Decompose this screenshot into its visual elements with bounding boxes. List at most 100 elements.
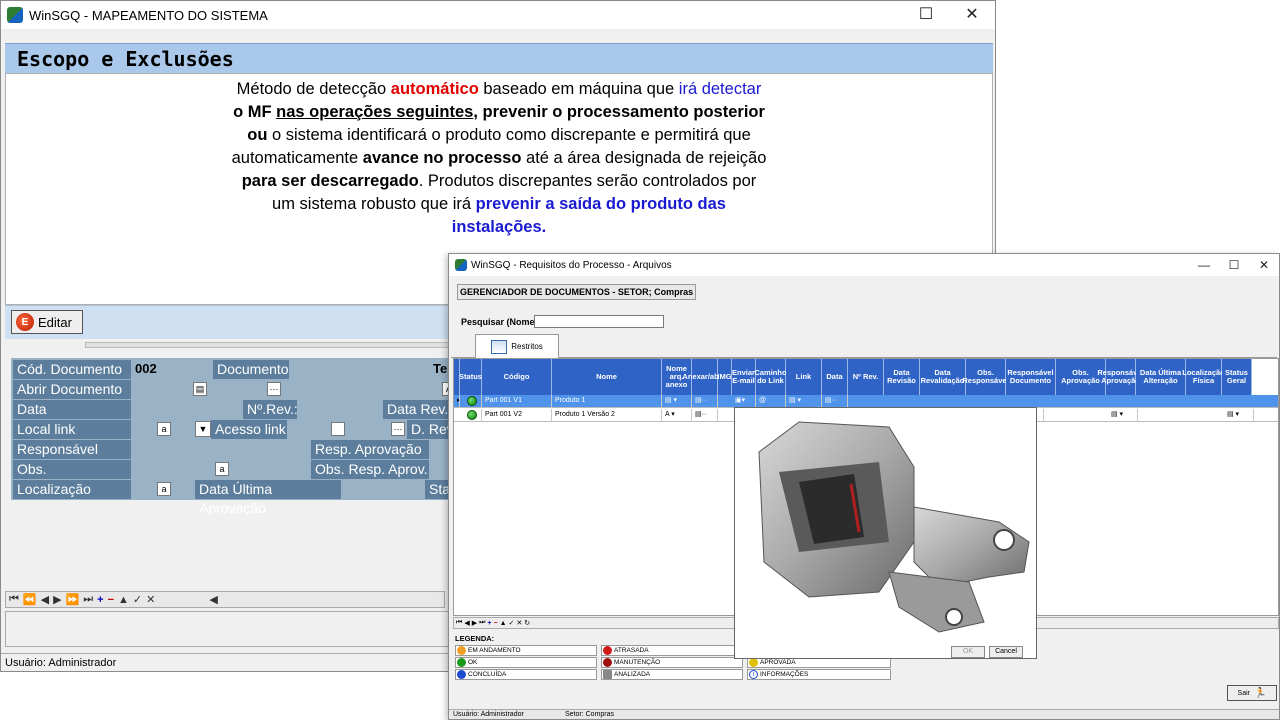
cancel-record-icon[interactable]: ✕ [516,619,522,627]
text-span: , prevenir o processamento posterior [473,103,765,121]
column-header[interactable]: Enviar E-mail [732,359,756,395]
nome-cell: Produto 1 [552,395,662,408]
text-span: irá detectar [678,80,762,98]
text-span: o MF [233,103,277,121]
delete-record-icon[interactable]: − [494,620,498,627]
edit-record-icon[interactable]: ▲ [118,594,129,606]
column-header[interactable]: Status [459,359,482,395]
acesso-link-field[interactable] [331,422,345,436]
maximize-icon[interactable]: ☐ [903,1,949,29]
column-header[interactable]: Caminho do Link [754,359,787,395]
legend-concluida: CONCLUÍDA [455,669,597,680]
prev-record-icon[interactable]: ◀ [41,593,49,606]
sair-label: Sair [1237,689,1250,697]
resp-aprovacao-label: Resp. Aprovação [311,440,429,459]
legend-label: OK [468,659,478,666]
acesso-browse-button[interactable]: ··· [391,422,405,436]
browse-button[interactable]: ··· [267,382,281,396]
cancel-button[interactable]: Cancel [989,646,1023,658]
scroll-left-icon[interactable]: ◀ [209,593,217,606]
green-dot-icon [457,658,466,667]
data-label: Data [13,400,131,419]
search-input[interactable] [534,315,664,328]
next-record-icon[interactable]: ▶ [472,619,477,627]
tab-restritos[interactable]: Restritos [475,334,559,358]
cancel-record-icon[interactable]: ✕ [146,593,155,606]
close-icon[interactable]: ✕ [949,1,995,29]
status-green-icon [467,410,477,420]
red-dot-icon [603,646,612,655]
text-span: ou [247,126,268,144]
post-record-icon[interactable]: ✓ [509,619,515,627]
sair-button[interactable]: Sair 🏃 [1227,685,1277,701]
local-link-label: Local link [13,420,131,439]
refresh-icon[interactable]: ↻ [524,619,530,627]
delete-record-icon[interactable]: − [108,594,114,606]
column-header[interactable]: Nº Rev. [848,359,884,395]
column-header[interactable]: Status Geral [1222,359,1252,395]
obs-responsavel-label: Obs. Responsável [13,460,131,496]
documento-label: Documento [213,360,289,379]
column-header[interactable]: Localização Física [1182,359,1225,395]
close-icon[interactable]: ✕ [1249,254,1279,276]
record-navigator: ⏮ ⏪ ◀ ▶ ⏩ ⏭ + − ▲ ✓ ✕ ◀ [5,591,445,608]
text-span: um sistema robusto que irá [272,195,476,213]
arq-anexo-cell[interactable]: A ▾ [662,409,692,422]
open-document-icon[interactable]: ▤ [193,382,207,396]
prev-page-icon[interactable]: ⏪ [23,593,37,606]
last-record-icon[interactable]: ⏭ [479,619,485,627]
edit-button-label: Editar [38,314,72,330]
post-record-icon[interactable]: ✓ [133,593,142,606]
column-header[interactable]: Nome [552,359,662,395]
add-record-icon[interactable]: + [97,594,103,606]
local-link-field[interactable]: a [157,422,171,436]
text-span: nas operações seguintes [276,103,474,121]
cod-doc-label: Cód. Documento [13,360,131,379]
text-span: para ser descarregado [241,172,419,190]
legend-manutencao: MANUTENÇÃO [601,657,743,668]
status-user: Usuário: Administrador [5,657,117,669]
edit-record-icon[interactable]: ▲ [500,620,507,627]
next-record-icon[interactable]: ▶ [53,593,61,606]
tab-label: Restritos [511,342,543,351]
text-span: prevenir a saída do produto das [475,195,726,213]
column-header[interactable]: Anexar/abrir [682,359,727,395]
anexar-cell[interactable]: ▤·· [692,409,718,422]
edit-button[interactable]: E Editar [11,310,83,334]
arq-anexo-cell[interactable]: ▤ ▾ [662,395,692,408]
table-icon [491,339,508,354]
first-record-icon[interactable]: ⏮ [9,593,19,606]
codigo-cell: Part 001 V1 [482,395,552,408]
section-title: Escopo e Exclusões [17,47,234,71]
legend-atrasada: ATRASADA [601,645,743,656]
column-header[interactable]: Obs. Responsável [962,359,1009,395]
localizacao-cell[interactable]: ▤ ▾ [1224,409,1254,422]
last-record-icon[interactable]: ⏭ [83,593,93,606]
responsavel-label: Responsável [13,440,131,459]
anexar-cell[interactable]: ▤·· [692,395,718,408]
status-green-icon [467,396,477,406]
obs-aprov-cell[interactable]: ▤ ▾ [1108,409,1138,422]
acesso-link-label: Acesso link [211,420,287,439]
minimize-icon[interactable]: — [1189,254,1219,276]
first-record-icon[interactable]: ⏮ [456,619,462,627]
prev-record-icon[interactable]: ◀ [464,619,469,627]
column-header[interactable]: Link [786,359,822,395]
maximize-icon[interactable]: ☐ [1219,254,1249,276]
document-icon [603,670,612,679]
column-header[interactable]: IMG [717,359,732,395]
column-header[interactable]: Data Revalidação [920,359,966,395]
legend-analizada: ANALIZADA [601,669,743,680]
local-link-dropdown[interactable]: ▼ [195,421,211,437]
localizacao-field[interactable]: a [157,482,171,496]
column-header[interactable]: Data Última Alteração [1136,359,1186,395]
column-header[interactable]: Código [482,359,552,395]
column-header[interactable]: Data Revisão [884,359,920,395]
column-header[interactable]: Responsável Aprovação [1097,359,1144,395]
column-header[interactable]: Data [822,359,848,395]
next-page-icon[interactable]: ⏩ [66,593,80,606]
ok-button[interactable]: OK [951,646,985,658]
obs-responsavel-field[interactable]: a [215,462,229,476]
add-record-icon[interactable]: + [487,620,491,627]
column-header[interactable]: Responsável Documento [1006,359,1056,395]
